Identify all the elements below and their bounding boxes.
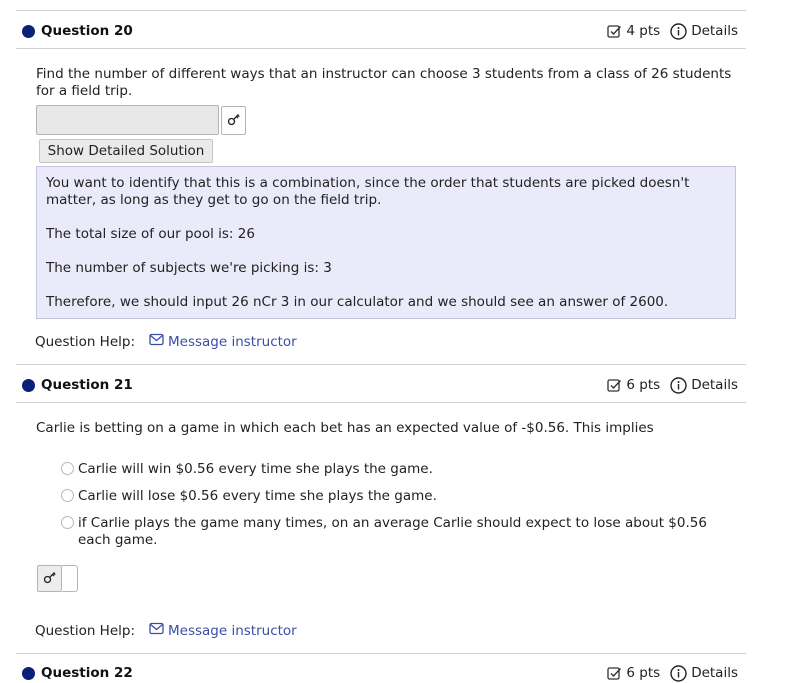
option-label: Carlie will win $0.56 every time she pla…	[78, 461, 433, 477]
option-label: Carlie will lose $0.56 every time she pl…	[78, 488, 437, 504]
detailed-solution-panel: You want to identify that this is a comb…	[36, 166, 736, 319]
key-icon	[227, 112, 241, 130]
details-button[interactable]: Details	[670, 664, 738, 682]
info-icon	[670, 664, 687, 682]
answer-option[interactable]: if Carlie plays the game many times, on …	[61, 515, 731, 549]
divider	[16, 364, 746, 365]
message-instructor-link[interactable]: Message instructor	[149, 622, 297, 639]
points-label: 6 pts	[626, 377, 661, 393]
key-icon	[43, 570, 57, 588]
radio-button[interactable]	[61, 462, 74, 475]
question-help: Question Help: Message instructor	[35, 622, 297, 639]
details-button[interactable]: Details	[670, 22, 738, 40]
option-label: if Carlie plays the game many times, on …	[78, 515, 707, 548]
checkbox-icon	[607, 24, 622, 39]
question-prompt: Find the number of different ways that a…	[36, 66, 732, 99]
question-22-header: Question 22 6 pts Details	[22, 662, 738, 683]
show-detailed-solution-button[interactable]: Show Detailed Solution	[39, 139, 213, 163]
answer-input[interactable]	[36, 105, 219, 135]
radio-button[interactable]	[61, 489, 74, 502]
divider	[16, 653, 746, 654]
message-instructor-link[interactable]: Message instructor	[149, 333, 297, 350]
message-instructor-label: Message instructor	[168, 333, 297, 350]
question-help: Question Help: Message instructor	[35, 333, 297, 350]
question-bullet-icon	[22, 378, 35, 392]
preview-key-button[interactable]	[221, 106, 246, 135]
divider	[16, 48, 746, 49]
solution-paragraph: The total size of our pool is: 26	[46, 226, 255, 242]
details-label: Details	[691, 377, 738, 393]
answer-option[interactable]: Carlie will win $0.56 every time she pla…	[61, 461, 731, 478]
details-label: Details	[691, 665, 738, 681]
mail-icon	[149, 333, 164, 350]
points-label: 6 pts	[626, 665, 661, 681]
checkbox-icon	[607, 378, 622, 393]
question-20-header: Question 20 4 pts Details	[22, 20, 738, 42]
question-title: Question 20	[41, 23, 133, 39]
question-title: Question 22	[41, 665, 133, 681]
radio-button[interactable]	[61, 516, 74, 529]
question-help-label: Question Help:	[35, 333, 135, 350]
solution-paragraph: The number of subjects we're picking is:…	[46, 260, 332, 276]
info-icon	[670, 22, 687, 40]
answer-input[interactable]	[62, 565, 78, 592]
answer-option[interactable]: Carlie will lose $0.56 every time she pl…	[61, 488, 731, 505]
question-meta: 4 pts Details	[607, 22, 738, 40]
question-help-label: Question Help:	[35, 622, 135, 639]
checkbox-icon	[607, 666, 622, 681]
question-bullet-icon	[22, 24, 35, 38]
question-bullet-icon	[22, 666, 35, 680]
info-icon	[670, 376, 687, 394]
details-label: Details	[691, 23, 738, 39]
question-prompt: Carlie is betting on a game in which eac…	[36, 420, 654, 436]
points-label: 4 pts	[626, 23, 661, 39]
solution-paragraph: You want to identify that this is a comb…	[46, 175, 690, 208]
preview-key-button[interactable]	[37, 565, 62, 592]
message-instructor-label: Message instructor	[168, 622, 297, 639]
divider	[16, 10, 746, 11]
solution-paragraph: Therefore, we should input 26 nCr 3 in o…	[46, 294, 669, 310]
question-title: Question 21	[41, 377, 133, 393]
mail-icon	[149, 622, 164, 639]
question-meta: 6 pts Details	[607, 664, 738, 682]
divider	[16, 402, 746, 403]
question-21-header: Question 21 6 pts Details	[22, 374, 738, 396]
details-button[interactable]: Details	[670, 376, 738, 394]
question-meta: 6 pts Details	[607, 376, 738, 394]
